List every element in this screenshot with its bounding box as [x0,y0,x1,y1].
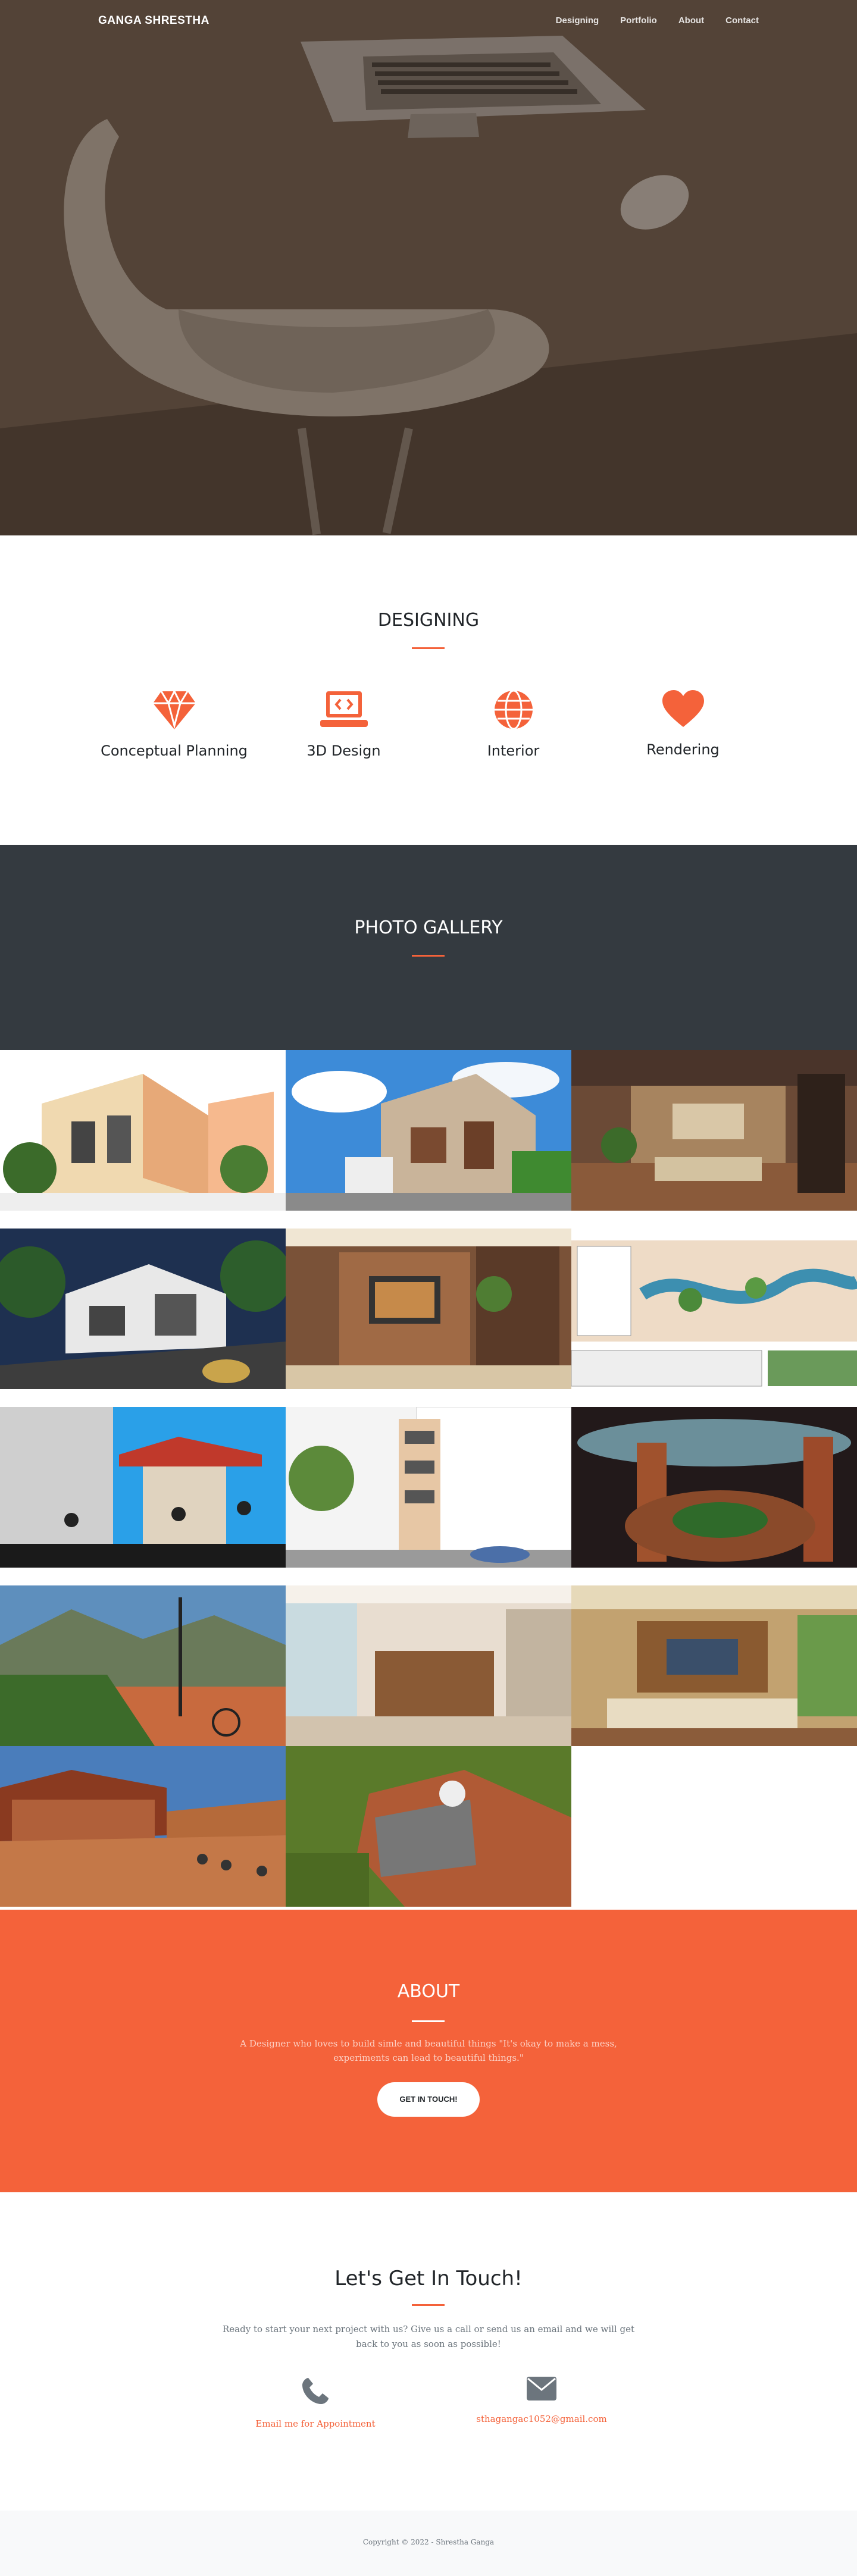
nav-links: Designing Portfolio About Contact [556,15,759,26]
service-label: 3D Design [306,742,381,759]
brand-logo[interactable]: GANGA SHRESTHA [98,14,209,27]
gallery-item[interactable] [0,1746,286,1907]
service-label: Interior [487,742,540,759]
gallery-item[interactable] [0,1585,286,1746]
footer: Copyright © 2022 - Shrestha Ganga [0,2511,857,2576]
nav-link-about[interactable]: About [678,15,704,26]
gallery-item[interactable] [571,1585,857,1746]
gallery-item[interactable] [571,1050,857,1211]
designing-section: DESIGNING Conceptual Planning 3D Design [0,535,857,845]
gem-icon [152,690,196,729]
service-label: Conceptual Planning [101,742,248,759]
service-item: Rendering [598,690,768,759]
gallery-item[interactable] [0,1407,286,1568]
gallery-item[interactable] [286,1407,571,1568]
hero-section [0,0,857,535]
service-item: 3D Design [259,690,428,759]
email-link[interactable]: sthagangac1052@gmail.com [452,2414,631,2424]
title-divider [412,955,445,957]
get-in-touch-button[interactable]: GET IN TOUCH! [377,2082,480,2117]
section-title: Let's Get In Touch! [334,2267,523,2290]
gallery-header: PHOTO GALLERY [0,845,857,1050]
gallery-item[interactable] [286,1746,571,1907]
navbar: GANGA SHRESTHA Designing Portfolio About… [0,0,857,43]
contact-email: sthagangac1052@gmail.com [452,2377,631,2424]
section-title: ABOUT [397,1981,460,2002]
gallery-item[interactable] [0,1229,286,1389]
contact-text: Ready to start your next project with us… [223,2324,634,2349]
service-label: Rendering [646,741,720,758]
envelope-icon [527,2377,556,2400]
nav-link-designing[interactable]: Designing [556,15,599,26]
services-list: Conceptual Planning 3D Design Interior R… [89,690,768,759]
laptop-code-icon [320,691,368,727]
nav-link-portfolio[interactable]: Portfolio [620,15,657,26]
contact-section: Let's Get In Touch! Ready to start your … [0,2192,857,2511]
gallery-item[interactable] [571,1407,857,1568]
gallery-item[interactable] [286,1050,571,1211]
contact-phone: Email me for Appointment [226,2377,405,2429]
title-divider [412,2020,445,2022]
gallery-item[interactable] [571,1229,857,1389]
title-divider [412,2304,445,2306]
gallery-item[interactable] [286,1229,571,1389]
about-section: ABOUT A Designer who loves to build siml… [0,1910,857,2192]
appointment-link[interactable]: Email me for Appointment [226,2418,405,2429]
service-item: Interior [428,690,598,759]
about-text: A Designer who loves to build simle and … [240,2038,617,2063]
gallery-item[interactable] [286,1585,571,1746]
nav-link-contact[interactable]: Contact [725,15,759,26]
gallery-item[interactable] [0,1050,286,1211]
section-title: PHOTO GALLERY [354,917,503,938]
service-item: Conceptual Planning [89,690,259,759]
photo-gallery [0,1050,857,1910]
globe-icon [494,690,533,729]
title-divider [412,647,445,649]
copyright-text: Copyright © 2022 - Shrestha Ganga [362,2538,495,2546]
section-title: DESIGNING [377,610,480,631]
heart-icon [662,690,704,727]
phone-icon [302,2378,329,2404]
